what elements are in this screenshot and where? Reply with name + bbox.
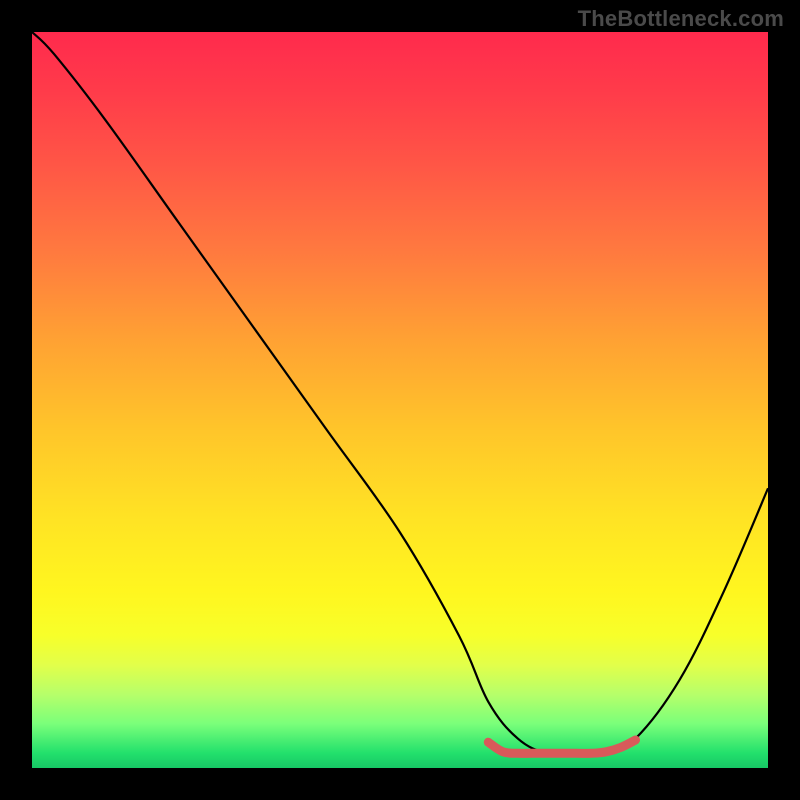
curve-layer: [32, 32, 768, 768]
watermark-text: TheBottleneck.com: [578, 6, 784, 32]
bottleneck-curve: [32, 32, 768, 754]
chart-frame: TheBottleneck.com: [0, 0, 800, 800]
optimal-range-marker: [488, 740, 635, 753]
plot-area: [32, 32, 768, 768]
